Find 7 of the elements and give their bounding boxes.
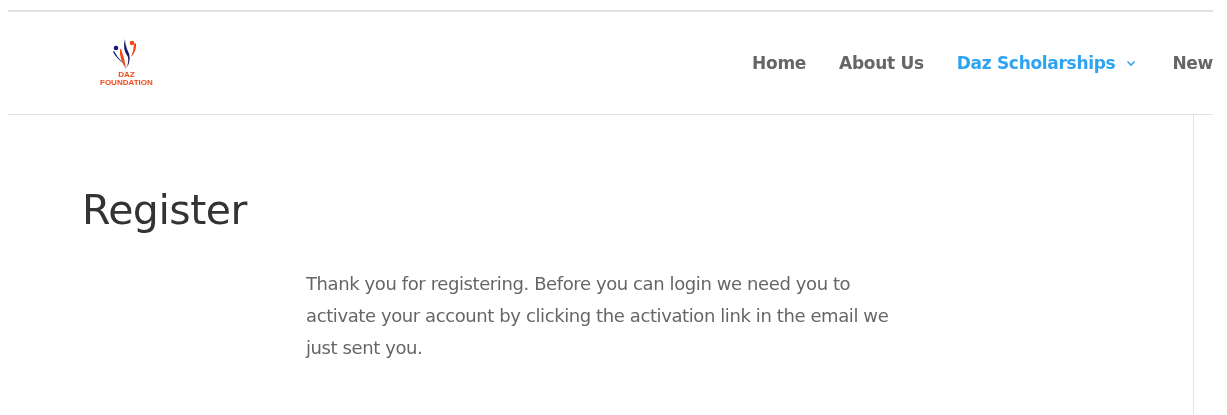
page-title: Register [81, 185, 249, 236]
logo[interactable]: DAZ FOUNDATION [100, 37, 153, 87]
logo-text: DAZ FOUNDATION [100, 71, 153, 87]
nav-link[interactable]: About Us [839, 53, 924, 73]
nav-link[interactable]: Home [752, 53, 807, 73]
confirmation-message: Thank you for registering. Before you can login we need you to activate your account by clicking the activation link in the email we just sent you. [306, 272, 890, 360]
nav-link[interactable]: New [1172, 53, 1213, 73]
